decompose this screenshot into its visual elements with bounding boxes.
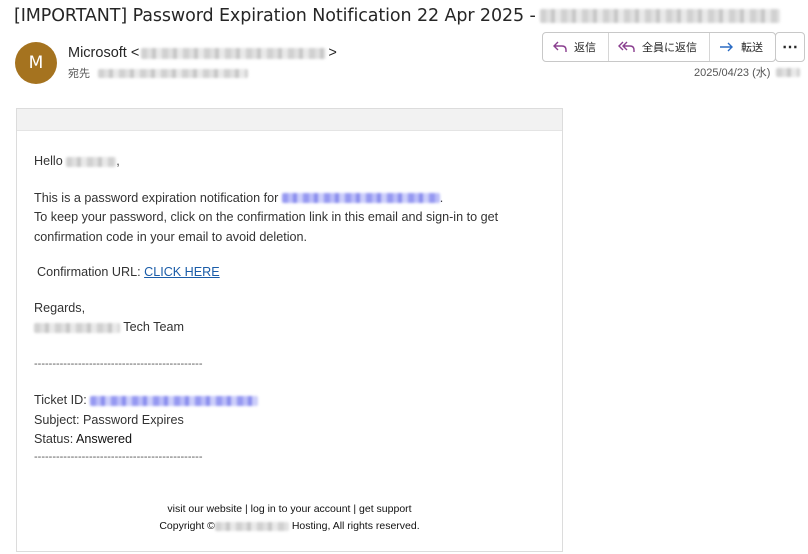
divider-bottom: ----------------------------------------… (34, 450, 203, 463)
divider-top: ----------------------------------------… (34, 357, 203, 370)
ticket-line: Ticket ID: (34, 391, 544, 411)
sender-line: Microsoft < > (68, 45, 337, 61)
reply-icon (553, 41, 567, 52)
instruction-text: To keep your password, click on the conf… (34, 210, 499, 244)
status-value: Answered (76, 432, 133, 446)
reply-button[interactable]: 返信 (543, 33, 609, 61)
status-line: Status: Answered (34, 432, 133, 446)
recipient-line: 宛先 (68, 65, 248, 81)
forward-button[interactable]: 転送 (710, 33, 775, 61)
subject-text: [IMPORTANT] Password Expiration Notifica… (14, 6, 536, 26)
redacted-company (34, 322, 120, 333)
forward-icon (720, 42, 733, 52)
footer-copyright: Copyright © Hosting, All rights reserved… (159, 520, 420, 532)
email-body-card: Hello , This is a password expiration no… (16, 108, 563, 552)
redacted-subject-domain (539, 9, 780, 23)
confirmation-url-line: Confirmation URL: CLICK HERE (37, 265, 220, 279)
subject-line: Subject: Password Expires (34, 412, 184, 427)
more-icon: ⋯ (782, 39, 798, 56)
redacted-recipient-email (98, 68, 248, 78)
email-subject: [IMPORTANT] Password Expiration Notifica… (14, 6, 804, 26)
message-date: 2025/04/23 (水) (694, 64, 801, 80)
click-here-link[interactable]: CLICK HERE (144, 265, 220, 279)
sender-avatar: M (15, 42, 57, 84)
redacted-account-email (281, 193, 440, 204)
redacted-time (776, 67, 801, 77)
greeting-line: Hello , (34, 154, 120, 168)
email-content: Hello , This is a password expiration no… (34, 152, 544, 465)
signature-line: Tech Team (34, 318, 544, 338)
card-header-bar (17, 109, 562, 131)
regards-line: Regards, (34, 300, 86, 315)
reply-all-button[interactable]: 全員に返信 (609, 33, 710, 61)
footer-links[interactable]: visit our website | log in to your accou… (17, 503, 562, 515)
redacted-ticket-id (90, 395, 259, 406)
notification-line: This is a password expiration notificati… (34, 190, 444, 205)
redacted-sender-email (141, 47, 327, 59)
more-options-button[interactable]: ⋯ (775, 32, 805, 62)
recipient-label: 宛先 (68, 68, 90, 80)
reply-all-icon (618, 41, 635, 52)
sender-name: Microsoft (68, 45, 127, 61)
redacted-username (66, 156, 117, 167)
redacted-host-name (214, 521, 289, 531)
message-actions: 返信 全員に返信 転送 (542, 32, 776, 62)
